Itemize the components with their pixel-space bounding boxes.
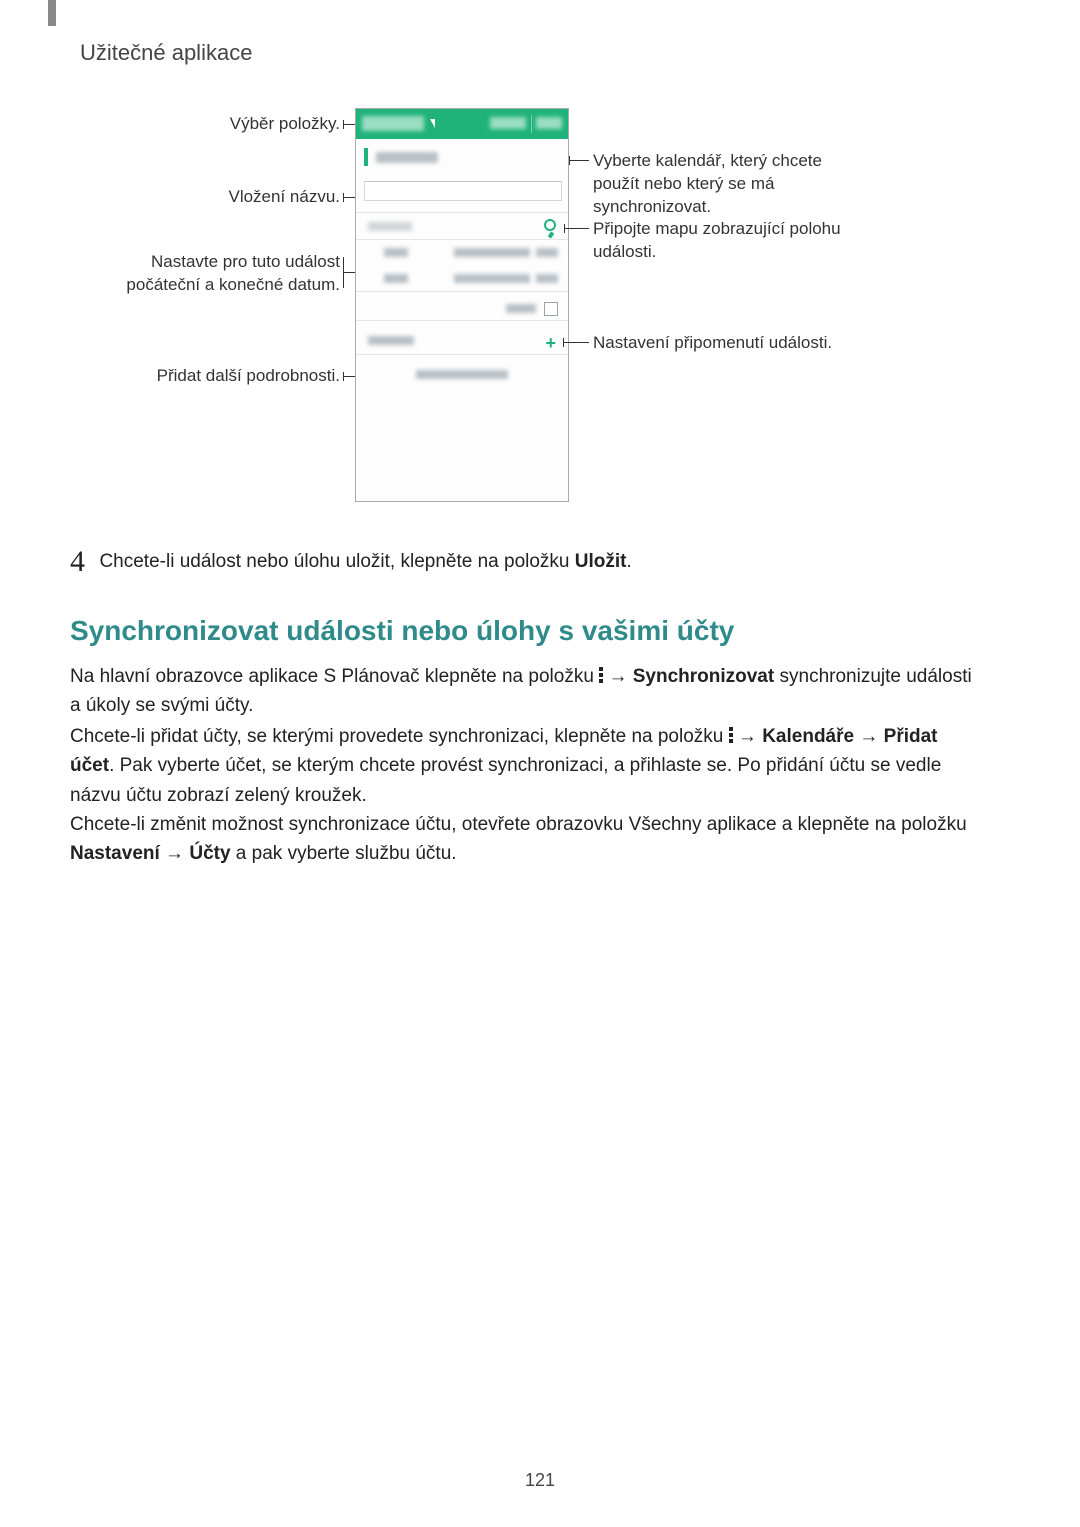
step-4: 4 Chcete-li událost nebo úlohu uložit, k… (70, 545, 970, 579)
end-row (356, 266, 568, 292)
paragraph-2: Chcete-li přidat účty, se kterými proved… (70, 722, 980, 810)
checkbox-icon (544, 302, 558, 316)
location-label (368, 222, 412, 231)
header-rule (48, 0, 56, 26)
map-pin-icon (544, 219, 556, 231)
dropdown-icon (430, 119, 435, 128)
p3-b: Nastavení (70, 843, 160, 864)
p1-a: Na hlavní obrazovce aplikace S Plánovač … (70, 666, 599, 687)
step-number: 4 (70, 545, 85, 579)
bar-divider (531, 115, 532, 133)
subheading: Synchronizovat události nebo úlohy s vaš… (70, 615, 734, 647)
app-bar (356, 109, 568, 139)
paragraph-1: Na hlavní obrazovce aplikace S Plánovač … (70, 662, 980, 721)
p2-arrow1: → (733, 726, 763, 747)
step-text-a: Chcete-li událost nebo úlohu uložit, kle… (99, 551, 574, 572)
start-row (356, 240, 568, 266)
location-row (356, 212, 568, 240)
callout-left-2: Vložení názvu. (228, 186, 340, 209)
p1-arrow: → (603, 666, 633, 687)
page-number: 121 (0, 1470, 1080, 1491)
calendar-color-tick (364, 148, 368, 166)
p2-d: . Pak vyberte účet, se kterým chcete pro… (70, 755, 941, 805)
title-input (364, 181, 562, 201)
callout-left-4: Přidat další podrobnosti. (157, 365, 340, 388)
p3-arrow: → (160, 843, 190, 864)
plus-icon: + (545, 333, 556, 354)
reminder-row: + (356, 327, 568, 355)
p3-d: a pak vyberte službu účtu. (231, 843, 457, 864)
p3-a: Chcete-li změnit možnost synchronizace ú… (70, 814, 967, 835)
callout-left-1: Výběr položky. (230, 113, 340, 136)
callout-right-1: Vyberte kalendář, který chcete použít ne… (593, 150, 853, 219)
step-text-b: . (627, 551, 632, 572)
calendar-row (356, 144, 568, 172)
calendar-name (376, 152, 438, 163)
p3-c: Účty (189, 843, 230, 864)
step-text-bold: Uložit (575, 551, 627, 572)
phone-mock: + (355, 108, 569, 502)
callout-left-3: Nastavte pro tuto událost počáteční a ko… (75, 251, 340, 297)
more-options-row (356, 361, 568, 389)
annotated-screenshot: + Výběr položky. Vložení názvu. Nastavte… (0, 108, 1080, 518)
bar-cancel (490, 117, 526, 129)
section-title: Užitečné aplikace (80, 40, 252, 66)
callout-right-2: Připojte mapu zobrazující polohu událost… (593, 218, 853, 264)
paragraph-3: Chcete-li změnit možnost synchronizace ú… (70, 810, 980, 869)
allday-row (356, 297, 568, 321)
bar-dropdown-text (362, 116, 424, 131)
p2-arrow2: → (854, 726, 884, 747)
p2-b: Kalendáře (762, 726, 854, 747)
p1-b: Synchronizovat (633, 666, 774, 687)
p2-a: Chcete-li přidat účty, se kterými proved… (70, 726, 729, 747)
bar-save (536, 117, 562, 129)
callout-right-3: Nastavení připomenutí události. (593, 332, 853, 355)
